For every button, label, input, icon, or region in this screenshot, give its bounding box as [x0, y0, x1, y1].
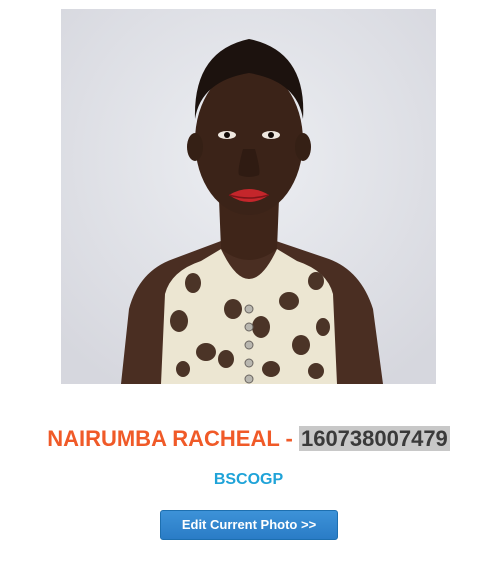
student-name: NAIRUMBA RACHEAL — [47, 426, 280, 451]
profile-photo — [61, 9, 436, 384]
portrait-image — [61, 9, 436, 384]
student-id: 160738007479 — [298, 426, 450, 451]
student-name-line: NAIRUMBA RACHEAL - 160738007479 — [0, 424, 497, 454]
name-id-separator: - — [279, 426, 299, 451]
edit-current-photo-button[interactable]: Edit Current Photo >> — [160, 510, 338, 540]
profile-page: NAIRUMBA RACHEAL - 160738007479 BSCOGP E… — [0, 0, 497, 562]
program-code: BSCOGP — [213, 471, 284, 488]
